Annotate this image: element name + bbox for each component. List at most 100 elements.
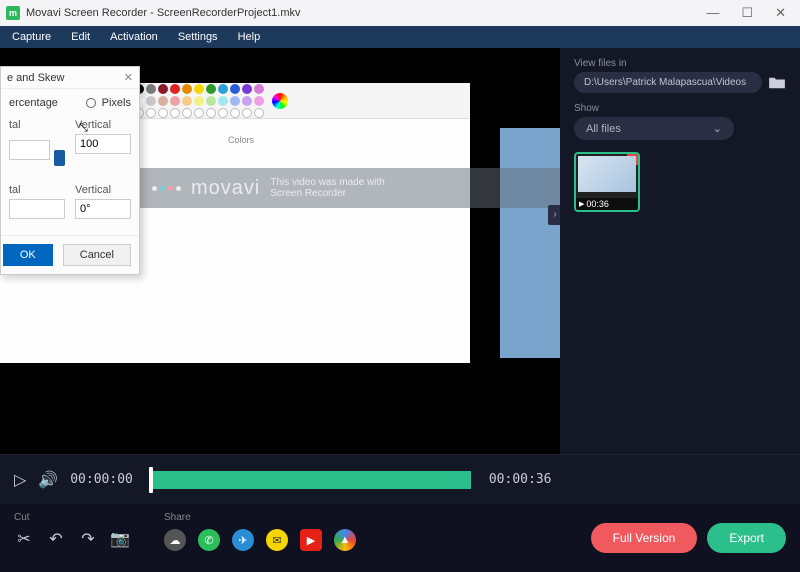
video-viewer: ◻△△ ◇✧✧ ▽ Colors e and Skew ✕ ⤡: [0, 48, 560, 454]
empty-swatch[interactable]: [242, 108, 252, 118]
youtube-icon[interactable]: ▶: [300, 529, 322, 551]
color-swatch[interactable]: [254, 84, 264, 94]
empty-swatch[interactable]: [170, 108, 180, 118]
menu-edit[interactable]: Edit: [71, 31, 90, 43]
minimize-icon[interactable]: —: [706, 5, 719, 21]
total-time: 00:00:36: [489, 472, 552, 487]
color-palette[interactable]: [134, 84, 264, 118]
watermark: movavi This video was made with Screen R…: [140, 168, 560, 208]
color-swatch[interactable]: [194, 84, 204, 94]
show-label: Show: [574, 103, 786, 114]
scissors-icon[interactable]: ✂: [14, 529, 34, 549]
menu-activation[interactable]: Activation: [110, 31, 158, 43]
show-filter-select[interactable]: All files ⌄: [574, 117, 734, 140]
thumb-duration: 00:36: [576, 198, 638, 210]
watermark-line2: Screen Recorder: [270, 188, 385, 199]
screenshot-icon[interactable]: 📷: [110, 529, 130, 549]
skew-v-label: Vertical: [75, 184, 131, 196]
horizontal-input[interactable]: [9, 140, 50, 160]
color-swatch[interactable]: [230, 96, 240, 106]
color-swatch[interactable]: [170, 96, 180, 106]
maximize-icon[interactable]: ☐: [741, 5, 753, 21]
path-display[interactable]: D:\Users\Patrick Malapascua\Videos: [574, 72, 762, 93]
vertical-input[interactable]: [75, 134, 131, 154]
color-swatch[interactable]: [242, 96, 252, 106]
dialog-title: e and Skew: [7, 72, 64, 84]
cut-label: Cut: [14, 512, 164, 523]
color-swatch[interactable]: [182, 96, 192, 106]
title-sep: -: [147, 7, 157, 19]
radio-pixels-label: Pixels: [102, 97, 131, 109]
cancel-button[interactable]: Cancel: [63, 244, 131, 266]
color-swatch[interactable]: [230, 84, 240, 94]
radio-pixels[interactable]: [86, 98, 96, 108]
menu-help[interactable]: Help: [238, 31, 261, 43]
dialog-close-icon[interactable]: ✕: [124, 71, 133, 84]
color-swatch[interactable]: [218, 84, 228, 94]
view-files-label: View files in: [574, 58, 786, 69]
menu-capture[interactable]: Capture: [12, 31, 51, 43]
color-swatch[interactable]: [182, 84, 192, 94]
close-icon[interactable]: ✕: [775, 5, 786, 21]
redo-icon[interactable]: ↷: [78, 529, 98, 549]
empty-swatch[interactable]: [206, 108, 216, 118]
skew-v-input[interactable]: [75, 199, 131, 219]
undo-icon[interactable]: ↶: [46, 529, 66, 549]
expand-panel-icon[interactable]: ›: [548, 205, 560, 225]
empty-swatch[interactable]: [230, 108, 240, 118]
skew-h-label: tal: [9, 184, 65, 196]
color-swatch[interactable]: [170, 84, 180, 94]
brand-name: movavi: [191, 177, 260, 200]
color-swatch[interactable]: [242, 84, 252, 94]
resize-skew-dialog: e and Skew ✕ ⤡ ercentage Pixels tal Vert…: [0, 66, 140, 275]
side-panel: View files in D:\Users\Patrick Malapascu…: [560, 48, 800, 454]
cloud-share-icon[interactable]: ☁: [164, 529, 186, 551]
export-button[interactable]: Export: [707, 523, 786, 553]
player-bar: ▷ 🔊 00:00:00 00:00:36: [0, 454, 800, 504]
colors-label: Colors: [228, 135, 254, 145]
empty-swatch[interactable]: [254, 108, 264, 118]
skew-h-input[interactable]: [9, 199, 65, 219]
app-title: Movavi Screen Recorder: [26, 7, 147, 19]
ok-button[interactable]: OK: [3, 244, 53, 266]
color-swatch[interactable]: [158, 84, 168, 94]
empty-swatch[interactable]: [182, 108, 192, 118]
chevron-down-icon: ⌄: [713, 122, 722, 135]
empty-swatch[interactable]: [218, 108, 228, 118]
watermark-line1: This video was made with: [270, 177, 385, 188]
empty-swatch[interactable]: [158, 108, 168, 118]
play-button[interactable]: ▷: [14, 470, 26, 490]
color-swatch[interactable]: [194, 96, 204, 106]
mail-icon[interactable]: ✉: [266, 529, 288, 551]
telegram-icon[interactable]: ✈: [232, 529, 254, 551]
google-drive-icon[interactable]: ▲: [334, 529, 356, 551]
show-value: All files: [586, 123, 621, 135]
color-swatch[interactable]: [206, 84, 216, 94]
edit-colors-icon[interactable]: [272, 93, 288, 109]
whatsapp-icon[interactable]: ✆: [198, 529, 220, 551]
menubar: Capture Edit Activation Settings Help: [0, 26, 800, 48]
thumb-preview: [578, 156, 636, 192]
file-name: ScreenRecorderProject1.mkv: [157, 7, 301, 19]
app-logo-icon: m: [6, 6, 20, 20]
empty-swatch[interactable]: [146, 108, 156, 118]
full-version-button[interactable]: Full Version: [591, 523, 698, 553]
volume-icon[interactable]: 🔊: [38, 470, 58, 490]
color-swatch[interactable]: [146, 96, 156, 106]
timeline-track[interactable]: [151, 471, 471, 489]
menu-settings[interactable]: Settings: [178, 31, 218, 43]
color-swatch[interactable]: [206, 96, 216, 106]
color-swatch[interactable]: [254, 96, 264, 106]
color-swatch[interactable]: [218, 96, 228, 106]
color-swatch[interactable]: [146, 84, 156, 94]
recorded-bg: [500, 128, 560, 358]
bottom-bar: Cut ✂ ↶ ↷ 📷 Share ☁ ✆ ✈ ✉ ▶ ▲ Full Versi…: [0, 504, 800, 572]
empty-swatch[interactable]: [194, 108, 204, 118]
titlebar: m Movavi Screen Recorder - ScreenRecorde…: [0, 0, 800, 26]
recording-thumbnail[interactable]: ✕ 00:36: [574, 152, 640, 212]
cursor-icon: ⤡: [79, 122, 88, 135]
aspect-lock-icon[interactable]: [54, 150, 65, 166]
playhead-handle[interactable]: [149, 467, 153, 493]
browse-folder-icon[interactable]: [768, 76, 786, 90]
color-swatch[interactable]: [158, 96, 168, 106]
